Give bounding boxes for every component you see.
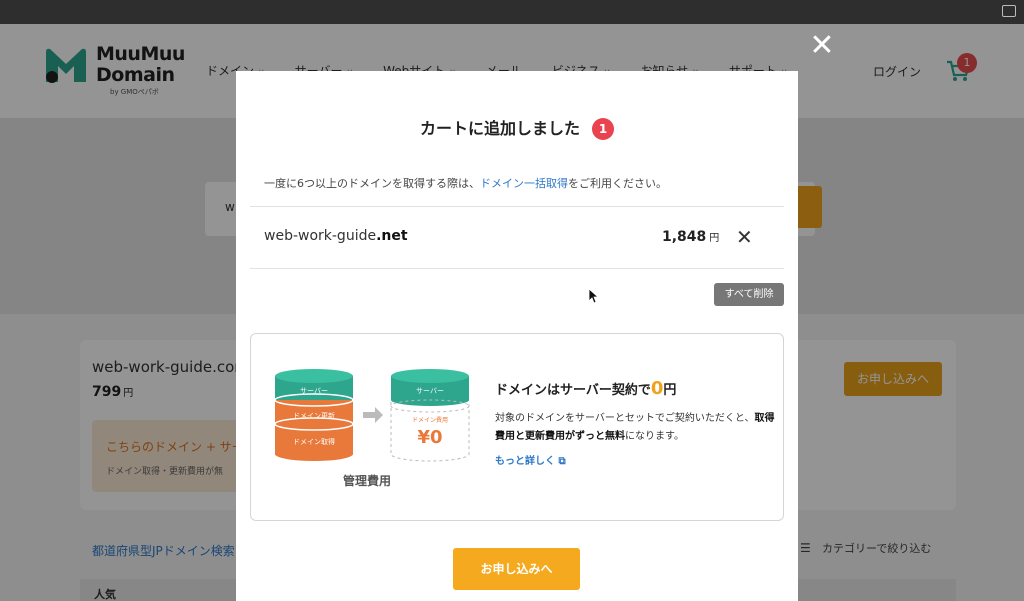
server-promo-box: サーバー ドメイン更新 ドメイン取得 サーバー ドメイン費用 ¥0 管理費用 ド… [250, 333, 784, 521]
modal-title: カートに追加しました 1 [236, 115, 798, 140]
browser-top-bar [0, 0, 1024, 24]
close-modal-button[interactable]: ✕ [806, 30, 838, 62]
apply-button[interactable]: お申し込みへ [453, 548, 580, 590]
mouse-cursor-icon [588, 288, 600, 304]
mgmt-fee-label: 管理費用 [343, 474, 392, 488]
cart-item-price: 1,848 円 [662, 229, 720, 245]
promo-description: 対象のドメインをサーバーとセットでご契約いただくと、取得費用と更新費用がずっと無… [495, 413, 775, 442]
svg-text:サーバー: サーバー [300, 387, 328, 395]
cart-item-domain: web-work-guide.net [264, 228, 408, 244]
bulk-domain-link[interactable]: ドメイン一括取得 [480, 177, 568, 190]
svg-text:ドメイン費用: ドメイン費用 [412, 416, 448, 424]
arrow-right-icon [363, 407, 383, 423]
svg-text:ドメイン更新: ドメイン更新 [293, 411, 335, 420]
clear-all-button[interactable]: すべて削除 [714, 283, 784, 306]
cart-modal: カートに追加しました 1 一度に6つ以上のドメインを取得する際は、ドメイン一括取得… [236, 71, 798, 601]
svg-text:ドメイン取得: ドメイン取得 [293, 437, 335, 446]
folder-icon[interactable] [1002, 5, 1016, 17]
svg-text:サーバー: サーバー [416, 387, 444, 395]
promo-illustration: サーバー ドメイン更新 ドメイン取得 サーバー ドメイン費用 ¥0 [274, 369, 470, 462]
learn-more-link[interactable]: もっと詳しく ⧉ [495, 452, 566, 467]
remove-item-icon[interactable]: ✕ [736, 225, 753, 249]
divider [250, 268, 784, 269]
modal-count-badge: 1 [592, 118, 614, 140]
bulk-notice: 一度に6つ以上のドメインを取得する際は、ドメイン一括取得をご利用ください。 [264, 177, 667, 190]
promo-title: ドメインはサーバー契約で0円 [495, 378, 677, 399]
svg-text:¥0: ¥0 [417, 427, 442, 448]
divider [250, 206, 784, 207]
external-link-icon: ⧉ [558, 456, 566, 467]
